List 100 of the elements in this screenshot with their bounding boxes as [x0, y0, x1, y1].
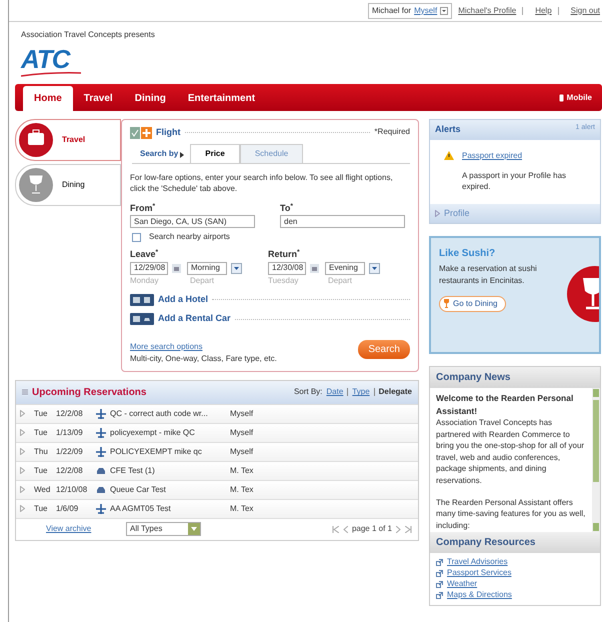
- nav-tab[interactable]: Dining: [124, 86, 177, 111]
- date-cell-text: 1/22/09: [56, 446, 84, 458]
- external-link-icon: [436, 570, 443, 578]
- top-link[interactable]: Michael's Profile: [458, 4, 516, 16]
- logo[interactable]: ATC: [21, 46, 70, 72]
- resource-link[interactable]: Weather: [447, 578, 478, 590]
- title-cell-text: CFE Test (1): [110, 464, 156, 477]
- more-options-link[interactable]: More search options: [130, 342, 202, 351]
- sort-link[interactable]: Date: [326, 386, 344, 398]
- reservation-row[interactable]: Tue 12/2/08 QC - correct auth code wr... Myself: [16, 404, 418, 423]
- time-select[interactable]: Evening: [325, 262, 365, 275]
- presenter-text: Association Travel Concepts presents: [21, 30, 156, 40]
- date-field[interactable]: 12/29/08: [130, 262, 168, 275]
- category-tab[interactable]: Travel: [15, 119, 121, 161]
- calendar-icon[interactable]: [172, 264, 181, 273]
- mobile-link[interactable]: Mobile: [558, 92, 602, 104]
- top-link[interactable]: Sign out: [570, 4, 600, 16]
- car-icon: [96, 466, 106, 475]
- checkbox-label: Search nearby airports: [149, 231, 230, 244]
- reservation-row[interactable]: Wed 12/10/08 Queue Car Test M. Tex: [16, 480, 418, 499]
- day-caption: Tuesday: [268, 274, 300, 287]
- field-label: Leave$^{*}$: [130, 248, 160, 262]
- last-page-icon[interactable]: [405, 526, 412, 533]
- dining-button[interactable]: Go to Dining: [439, 296, 506, 312]
- to-field[interactable]: den: [280, 215, 405, 228]
- arrow-right-icon: [180, 152, 184, 158]
- title-cell-text: policyexempt - mike QC: [110, 426, 196, 439]
- external-link-icon: [436, 559, 443, 566]
- checkbox[interactable]: [132, 232, 141, 242]
- expand-icon[interactable]: [20, 429, 25, 436]
- news-paragraph: The Rearden Personal Assistant offers many time-saving features for you as well, including:: [436, 496, 586, 532]
- nav-tab[interactable]: Travel: [72, 86, 124, 111]
- swoosh-icon: [21, 72, 81, 77]
- expand-icon[interactable]: [20, 448, 25, 456]
- type-select[interactable]: All Types: [126, 522, 201, 536]
- category-icon: [18, 167, 54, 203]
- reservation-row[interactable]: Tue 1/6/09 AA AGMT05 Test M. Tex: [16, 498, 418, 518]
- day-cell-text: Tue: [34, 464, 48, 477]
- collapse-icon[interactable]: [22, 389, 28, 396]
- field-label: Return$^{*}$: [268, 248, 301, 262]
- promo-title: Like Sushi?: [439, 247, 496, 262]
- title-cell-text: POLICYEXEMPT mike qc: [110, 446, 203, 458]
- archive-link[interactable]: View archive: [46, 523, 126, 536]
- expand-icon: [435, 210, 440, 218]
- news-headline: Welcome to the Rearden Personal Assistant!: [436, 392, 574, 417]
- date-cell-text: 1/13/09: [56, 426, 84, 439]
- user-switcher[interactable]: Michael for Myself: [368, 2, 452, 18]
- delegate-link[interactable]: Myself: [414, 4, 438, 16]
- reservation-row[interactable]: Tue 12/2/08 CFE Test (1) M. Tex: [16, 460, 418, 480]
- day-cell-text: Tue: [34, 408, 48, 420]
- day-cell-text: Thu: [34, 446, 49, 458]
- traveler-cell-text: M. Tex: [230, 502, 254, 515]
- expand-icon[interactable]: [20, 467, 25, 474]
- calendar-icon[interactable]: [310, 264, 319, 273]
- date-cell-text: 1/6/09: [56, 502, 80, 515]
- from-field[interactable]: San Diego, CA, US (SAN): [130, 215, 255, 228]
- resource-link[interactable]: Travel Advisories: [447, 557, 508, 568]
- traveler-cell-text: Myself: [230, 446, 254, 458]
- traveler-cell-text: M. Tex: [230, 484, 254, 496]
- scrollbar-drawing[interactable]: [592, 388, 600, 532]
- dropdown-arrow-icon[interactable]: [440, 6, 448, 14]
- panel-title: Company Resources: [430, 532, 600, 554]
- section-title: Flight: [156, 126, 180, 139]
- intro-text: For low-fare options, enter your search info below. To see all flight options, click the 'Schedule' tab above.: [130, 172, 394, 194]
- sort-link[interactable]: Type: [352, 386, 370, 398]
- nav-tab[interactable]: Entertainment: [176, 86, 266, 111]
- resource-link[interactable]: Passport Services: [447, 568, 512, 579]
- add-on-icon[interactable]: [130, 313, 154, 326]
- options-note: Multi-city, One-way, Class, Fare type, etc.: [130, 352, 277, 365]
- reservation-row[interactable]: Tue 1/13/09 policyexempt - mike QC Myself: [16, 422, 418, 442]
- category-tab[interactable]: Dining: [15, 164, 121, 206]
- search-tab[interactable]: Price: [190, 144, 240, 162]
- alert-link[interactable]: Passport expired: [462, 150, 522, 162]
- add-on-link[interactable]: Add a Rental Car: [158, 312, 231, 326]
- promo-text: Make a reservation at sushi restaurants in Encinitas.: [439, 263, 538, 286]
- nav-tab[interactable]: Home: [23, 86, 73, 111]
- reservation-row[interactable]: Thu 1/22/09 POLICYEXEMPT mike qc Myself: [16, 442, 418, 461]
- expand-icon[interactable]: [20, 505, 25, 512]
- top-link[interactable]: Help: [535, 4, 552, 16]
- next-page-icon[interactable]: [396, 526, 401, 533]
- resource-link[interactable]: Maps & Directions: [447, 590, 512, 601]
- expand-icon[interactable]: [20, 410, 25, 418]
- previous-page-icon[interactable]: [342, 526, 348, 533]
- date-cell-text: 12/10/08: [56, 484, 88, 496]
- delegate-link[interactable]: Delegate: [378, 386, 412, 398]
- phone-icon: [558, 94, 564, 102]
- required-note: *Required: [374, 126, 410, 138]
- expand-icon[interactable]: [20, 486, 25, 494]
- add-on-icon[interactable]: [130, 294, 154, 306]
- time-select[interactable]: Morning: [187, 262, 227, 275]
- warning-icon: [444, 151, 454, 160]
- date-field[interactable]: 12/30/08: [268, 262, 306, 275]
- date-cell-text: 12/2/08: [56, 408, 84, 420]
- add-on-link[interactable]: Add a Hotel: [158, 292, 208, 306]
- news-paragraph: Association Travel Concepts has partnered with Rearden Commerce to bring you the one-stop-shop for all of your travel, web and audio conferences, package shipments, and dining reservations.: [436, 417, 586, 487]
- search-by-label: Search by: [139, 148, 180, 160]
- title-cell-text: Queue Car Test: [110, 484, 167, 496]
- sort-label: Sort By:: [294, 386, 322, 398]
- first-page-icon[interactable]: [332, 526, 339, 533]
- user-label: Michael for: [372, 4, 412, 16]
